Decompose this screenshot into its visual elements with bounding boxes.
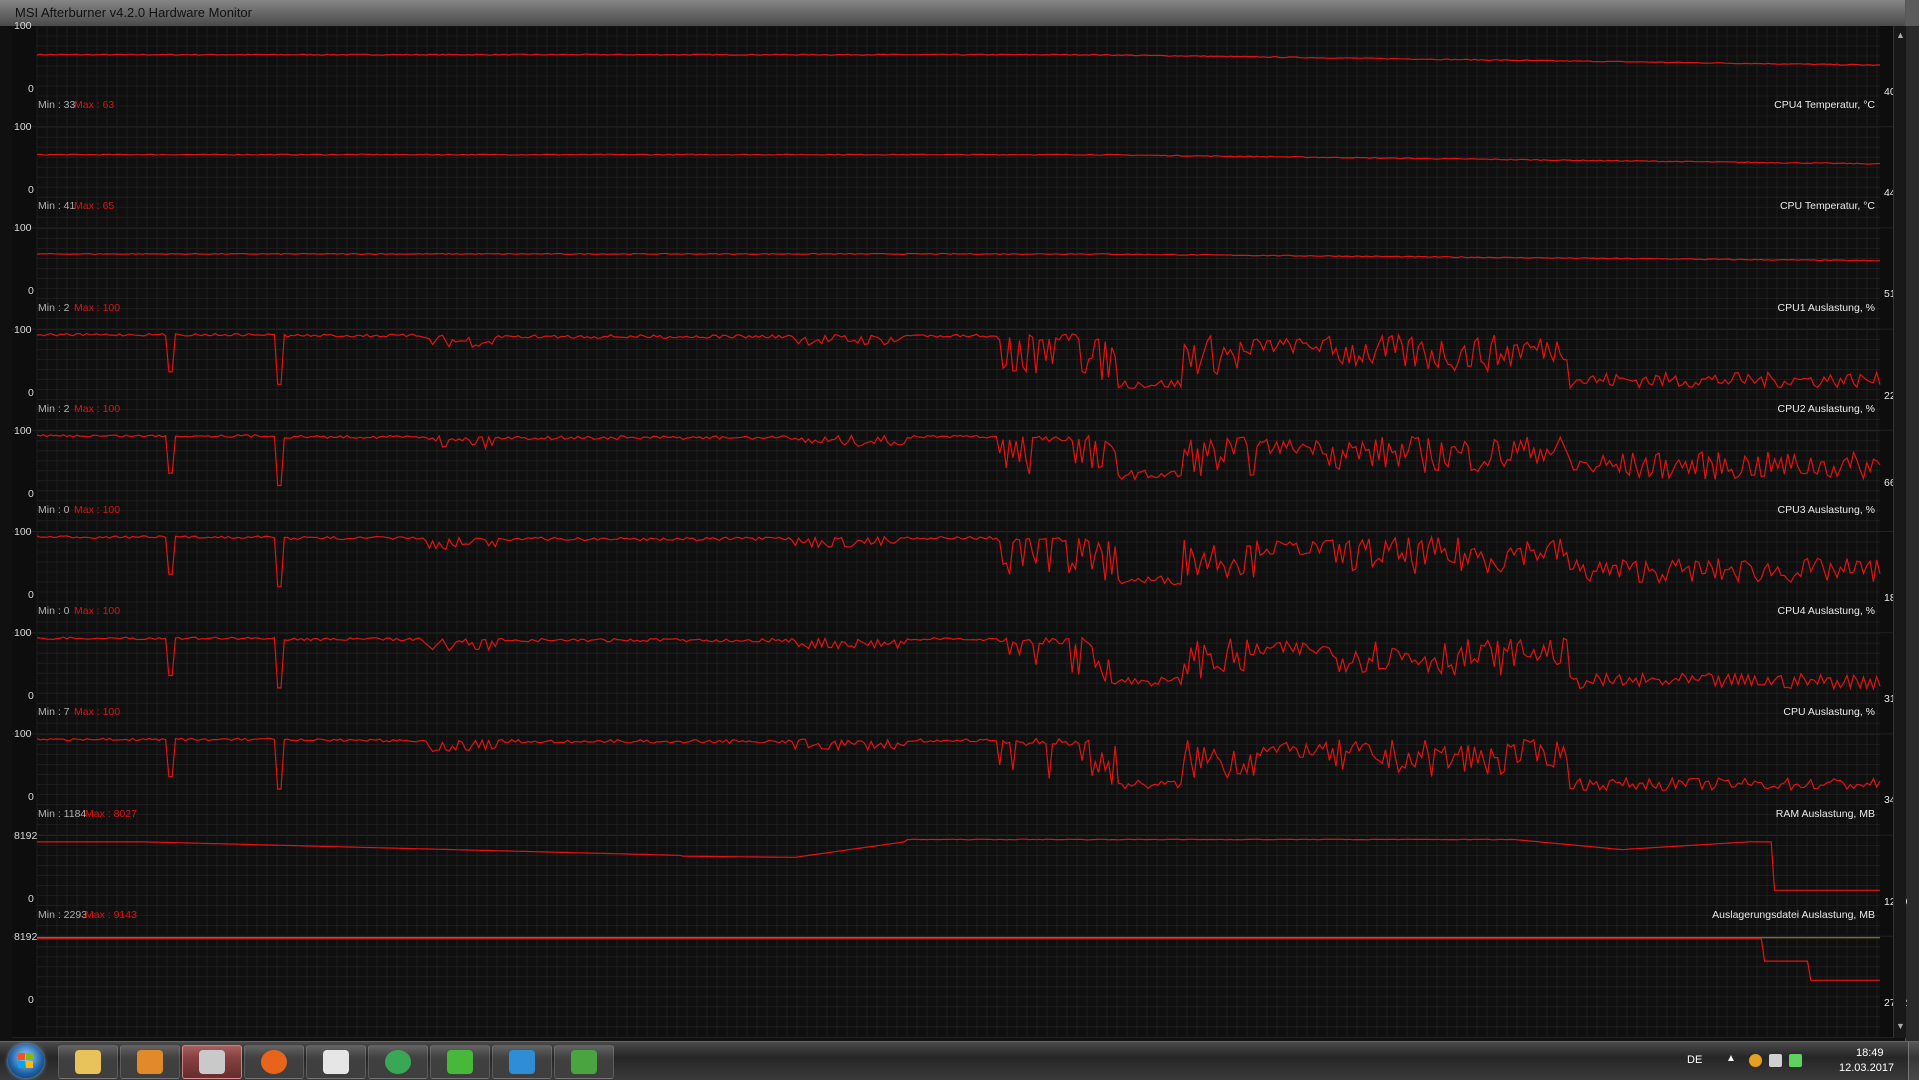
scale-min-label: 0 bbox=[28, 184, 34, 197]
scale-min-label: 0 bbox=[28, 285, 34, 298]
taskbar: DE ▲ 18:49 12.03.2017 bbox=[0, 1041, 1919, 1080]
max-value: Max : 100 bbox=[74, 301, 121, 314]
taskbar-app-button[interactable] bbox=[58, 1045, 118, 1079]
scale-min-label: 0 bbox=[28, 589, 34, 601]
taskbar-app-button[interactable] bbox=[244, 1045, 304, 1079]
utorrent-icon bbox=[509, 1050, 535, 1074]
max-value: Max : 9143 bbox=[85, 908, 137, 921]
scale-min-label: 0 bbox=[28, 791, 34, 804]
scale-max-label: 100 bbox=[14, 323, 32, 336]
max-value: Max : 100 bbox=[74, 402, 121, 415]
language-indicator[interactable]: DE bbox=[1687, 1054, 1702, 1066]
min-value: Min : 7 bbox=[38, 706, 70, 719]
scale-min-label: 0 bbox=[28, 993, 34, 1006]
sensor-title: CPU4 Auslastung, % bbox=[1777, 605, 1875, 618]
taskbar-app-button[interactable] bbox=[430, 1045, 490, 1079]
taskbar-app-button[interactable] bbox=[120, 1045, 180, 1079]
scale-max-label: 100 bbox=[14, 526, 32, 538]
system-tray: DE ▲ 18:49 12.03.2017 bbox=[1679, 1042, 1919, 1080]
scroll-down-icon[interactable]: ▼ bbox=[1896, 1021, 1905, 1031]
scale-max-label: 8192 bbox=[14, 930, 38, 943]
panel-graph bbox=[12, 228, 1905, 330]
min-value: Min : 0 bbox=[38, 605, 70, 618]
calendar-icon bbox=[323, 1050, 349, 1074]
scale-min-label: 0 bbox=[28, 690, 34, 703]
scale-max-label: 100 bbox=[14, 424, 32, 437]
min-value: Min : 2 bbox=[38, 301, 70, 314]
monitor-graphs bbox=[12, 26, 1905, 1038]
min-value: Min : 41 bbox=[38, 200, 76, 213]
sensor-title: CPU1 Auslastung, % bbox=[1777, 301, 1875, 314]
max-value: Max : 100 bbox=[74, 504, 121, 516]
xbox-icon bbox=[571, 1050, 597, 1074]
scale-min-label: 0 bbox=[28, 386, 34, 399]
max-value: Max : 63 bbox=[74, 99, 115, 112]
scale-min-label: 0 bbox=[28, 83, 34, 95]
scale-max-label: 100 bbox=[14, 728, 32, 741]
chrome-icon bbox=[385, 1050, 411, 1074]
min-value: Min : 33 bbox=[38, 99, 76, 112]
afterburner-tray-icon[interactable] bbox=[1749, 1054, 1762, 1067]
sensor-title: RAM Auslastung, MB bbox=[1775, 807, 1875, 820]
network-icon[interactable] bbox=[1789, 1054, 1802, 1067]
firefox-icon bbox=[261, 1050, 287, 1074]
scale-max-label: 100 bbox=[14, 222, 32, 235]
panel-graph bbox=[12, 734, 1905, 836]
scale-max-label: 100 bbox=[14, 20, 32, 32]
scale-min-label: 0 bbox=[28, 487, 34, 500]
scale-max-label: 100 bbox=[14, 121, 32, 134]
panel-graph bbox=[12, 126, 1905, 229]
bar-monitor-icon bbox=[447, 1050, 473, 1074]
scale-max-label: 100 bbox=[14, 627, 32, 640]
sensor-title: CPU Auslastung, % bbox=[1783, 706, 1875, 719]
taskbar-app-button[interactable] bbox=[306, 1045, 366, 1079]
speaker-icon[interactable] bbox=[1769, 1054, 1782, 1067]
windows-logo-icon bbox=[18, 1053, 34, 1069]
clock-time[interactable]: 18:49 bbox=[1856, 1047, 1884, 1059]
taskbar-app-button[interactable] bbox=[368, 1045, 428, 1079]
sensor-title: CPU Temperatur, °C bbox=[1779, 200, 1875, 213]
min-value: Min : 0 bbox=[38, 504, 70, 516]
sensor-title: CPU3 Auslastung, % bbox=[1777, 504, 1875, 516]
panel-graph bbox=[12, 430, 1905, 532]
max-value: Max : 100 bbox=[74, 706, 121, 719]
clock-date[interactable]: 12.03.2017 bbox=[1839, 1062, 1894, 1074]
min-value: Min : 2 bbox=[38, 402, 70, 415]
sensor-title: Auslagerungsdatei Auslastung, MB bbox=[1712, 908, 1875, 921]
show-desktop-button[interactable] bbox=[1908, 1042, 1919, 1080]
taskbar-app-button[interactable] bbox=[182, 1045, 242, 1079]
afterburner-icon bbox=[199, 1050, 225, 1074]
sensor-title: CPU2 Auslastung, % bbox=[1777, 402, 1875, 415]
window-titlebar[interactable]: MSI Afterburner v4.2.0 Hardware Monitor bbox=[0, 0, 1905, 26]
scale-max-label: 8192 bbox=[14, 829, 38, 842]
min-value: Min : 1184 bbox=[38, 807, 87, 820]
max-value: Max : 65 bbox=[74, 200, 115, 213]
panel-graph bbox=[12, 936, 1905, 1038]
panel-graph bbox=[12, 329, 1905, 431]
taskbar-app-button[interactable] bbox=[492, 1045, 552, 1079]
window-title: MSI Afterburner v4.2.0 Hardware Monitor bbox=[15, 5, 252, 20]
sensor-title: CPU4 Temperatur, °C bbox=[1774, 99, 1875, 112]
monitor-graph-area[interactable]: 100 0 40 100 0 44 Min : 33 Max : 63 CPU4 Tempera… bbox=[12, 20, 1907, 1038]
panel-graph bbox=[12, 835, 1905, 937]
scale-min-label: 0 bbox=[28, 892, 34, 905]
min-value: Min : 2293 bbox=[38, 908, 88, 921]
graph-scrollbar[interactable]: ▲ ▼ bbox=[1893, 26, 1906, 1038]
taskbar-app-button[interactable] bbox=[554, 1045, 614, 1079]
scroll-up-icon[interactable]: ▲ bbox=[1896, 30, 1905, 40]
start-button[interactable] bbox=[8, 1044, 44, 1078]
max-value: Max : 100 bbox=[74, 605, 121, 618]
media-player-icon bbox=[137, 1050, 163, 1074]
max-value: Max : 8027 bbox=[85, 807, 137, 820]
afterburner-window: MSI Afterburner v4.2.0 Hardware Monitor … bbox=[0, 0, 1907, 1041]
panel-graph bbox=[12, 26, 1905, 128]
folder-icon bbox=[75, 1050, 101, 1074]
panel-graph bbox=[12, 531, 1905, 634]
panel-graph bbox=[12, 632, 1905, 735]
tray-expand-icon[interactable]: ▲ bbox=[1726, 1053, 1736, 1064]
